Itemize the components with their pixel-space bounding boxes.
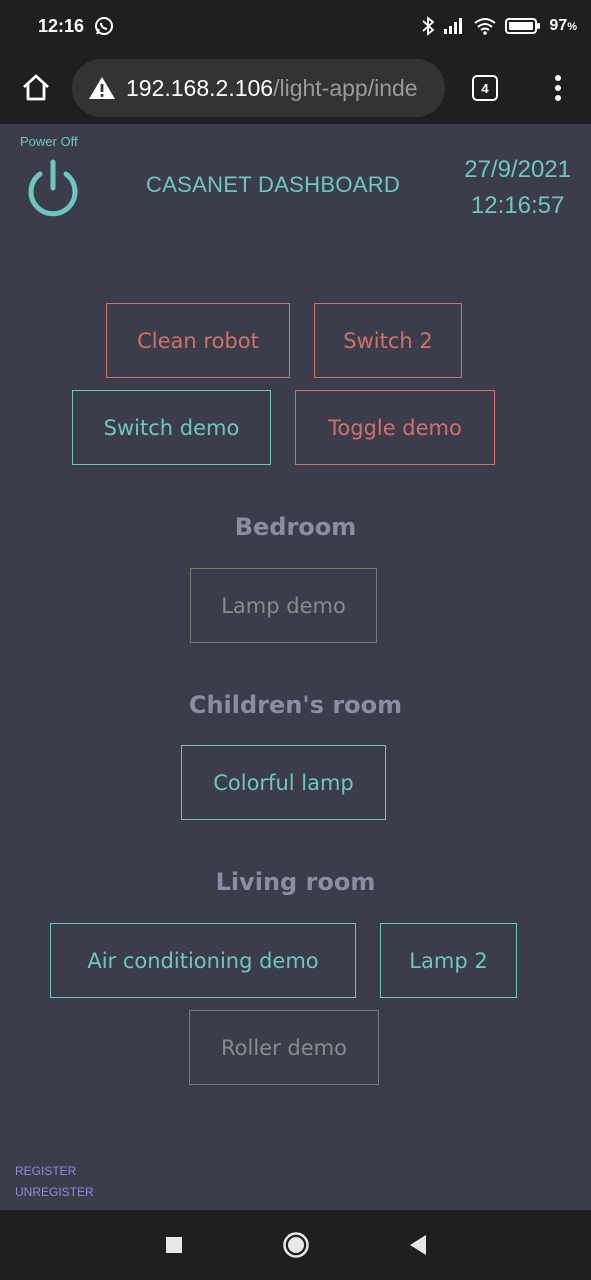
battery-percent: 97%: [549, 17, 577, 34]
more-vertical-icon: [555, 75, 561, 101]
colorful-lamp-button[interactable]: Colorful lamp: [181, 745, 386, 820]
switch-2-button[interactable]: Switch 2: [314, 303, 462, 378]
wifi-icon: [474, 18, 497, 35]
clock-date: 27/9/2021: [464, 156, 571, 183]
clean-robot-button[interactable]: Clean robot: [106, 303, 290, 378]
tab-count: 4: [472, 75, 498, 101]
signal-icon: [444, 18, 463, 34]
back-triangle-icon: [410, 1235, 426, 1255]
bluetooth-icon: [422, 16, 435, 36]
room-title-bedroom: Bedroom: [234, 513, 357, 541]
register-link[interactable]: REGISTER: [15, 1164, 76, 1178]
clock-time: 12:16:57: [470, 192, 565, 219]
circle-icon: [283, 1232, 309, 1258]
toggle-demo-button[interactable]: Toggle demo: [295, 390, 495, 465]
page-title: CASANET DASHBOARD: [146, 172, 401, 197]
clock: 27/9/2021 12:16:57: [464, 152, 571, 224]
square-icon: [166, 1237, 182, 1253]
roller-demo-button[interactable]: Roller demo: [189, 1010, 379, 1085]
status-right: 97%: [421, 16, 577, 36]
home-nav-button[interactable]: [256, 1210, 336, 1280]
battery-icon: [505, 18, 541, 34]
air-conditioning-demo-button[interactable]: Air conditioning demo: [50, 923, 356, 998]
status-time: 12:16: [38, 15, 85, 36]
room-title-childrens-room: Children's room: [188, 691, 403, 719]
room-title-living-room: Living room: [215, 868, 376, 896]
lamp-2-button[interactable]: Lamp 2: [380, 923, 517, 998]
home-icon: [23, 74, 49, 101]
back-button[interactable]: [378, 1210, 458, 1280]
power-button[interactable]: [22, 158, 84, 220]
status-bar: 12:16 97%: [0, 0, 591, 52]
warning-icon[interactable]: [88, 75, 116, 101]
status-left: 12:16: [38, 16, 114, 37]
url-text[interactable]: 192.168.2.106/light-app/inde: [126, 75, 418, 102]
whatsapp-icon: [95, 17, 114, 35]
address-bar[interactable]: 192.168.2.106/light-app/inde: [72, 59, 445, 117]
system-nav-bar: [0, 1210, 591, 1280]
browser-menu-button[interactable]: [525, 52, 591, 124]
tabs-button[interactable]: 4: [445, 52, 525, 124]
unregister-link[interactable]: UNREGISTER: [15, 1185, 94, 1199]
lamp-demo-button[interactable]: Lamp demo: [190, 568, 377, 643]
home-button[interactable]: [0, 52, 72, 124]
recents-button[interactable]: [134, 1210, 214, 1280]
power-icon: [28, 159, 78, 217]
power-label: Power Off: [20, 134, 78, 149]
browser-toolbar: 192.168.2.106/light-app/inde 4: [0, 52, 591, 124]
switch-demo-button[interactable]: Switch demo: [72, 390, 271, 465]
